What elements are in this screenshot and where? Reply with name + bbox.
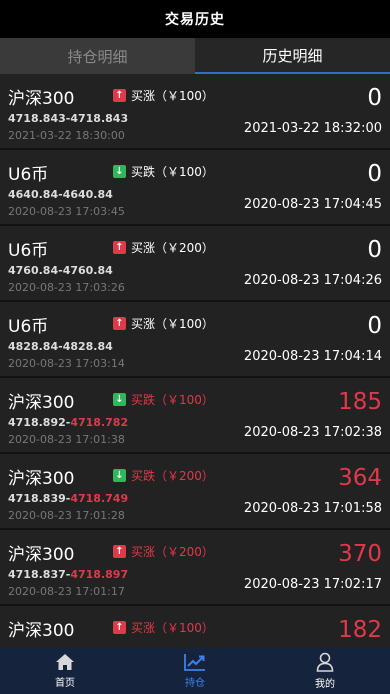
open-time: 2020-08-23 17:01:38: [8, 433, 125, 446]
close-time: 2020-08-23 17:02:17: [243, 577, 382, 592]
arrow-up-icon: ↑: [113, 545, 126, 558]
trade-history-list[interactable]: 沪深300 ↑ 买涨（￥100） 4718.843-4718.843 2021-…: [0, 74, 390, 648]
open-price: 4828.84: [8, 340, 59, 353]
direction-badge: ↑ 买涨（￥100）: [113, 87, 214, 104]
instrument-name: U6币: [8, 317, 49, 337]
direction-text: 买跌（￥100）: [131, 393, 214, 407]
close-price: 4640.84: [62, 188, 113, 201]
trade-row[interactable]: U6币 ↓ 买跌（￥100） 4640.84-4640.84 2020-08-2…: [0, 150, 390, 226]
trade-row[interactable]: U6币 ↑ 买涨（￥200） 4760.84-4760.84 2020-08-2…: [0, 226, 390, 302]
close-price: 4718.897: [70, 568, 129, 581]
direction-badge: ↑ 买涨（￥100）: [113, 619, 214, 636]
price-range: 4718.892-4718.782: [8, 416, 129, 429]
close-time: 2020-08-23 17:04:14: [243, 349, 382, 364]
direction-badge: ↑ 买涨（￥100）: [113, 315, 214, 332]
open-price: 4718.892: [8, 416, 66, 429]
nav-label: 首页: [55, 678, 75, 689]
close-time: 2020-08-23 17:02:38: [243, 425, 382, 440]
arrow-down-icon: ↓: [113, 469, 126, 482]
profit-loss: 185: [338, 389, 382, 415]
close-price: 4718.782: [70, 416, 129, 429]
profit-loss: 0: [367, 237, 382, 263]
price-range: 4640.84-4640.84: [8, 188, 113, 201]
profit-loss: 0: [367, 85, 382, 111]
trade-row[interactable]: U6币 ↑ 买涨（￥100） 4828.84-4828.84 2020-08-2…: [0, 302, 390, 378]
open-time: 2020-08-23 17:03:26: [8, 281, 125, 294]
open-price: 4718.837: [8, 568, 66, 581]
direction-badge: ↓ 买跌（￥100）: [113, 163, 214, 180]
nav-label: 我的: [315, 679, 335, 690]
close-time: 2020-08-23 17:04:45: [243, 197, 382, 212]
profit-loss: 0: [367, 161, 382, 187]
page-title: 交易历史: [165, 12, 225, 28]
tab-history[interactable]: 历史明细: [195, 38, 390, 74]
close-price: 4760.84: [62, 264, 113, 277]
direction-badge: ↑ 买涨（￥200）: [113, 239, 214, 256]
price-range: 4718.839-4718.749: [8, 492, 129, 505]
trade-row[interactable]: 沪深300 ↑ 买涨（￥100） 4718.843-4718.843 2021-…: [0, 74, 390, 150]
profit-loss: 182: [338, 617, 382, 643]
tab-bar: 持仓明细 历史明细: [0, 38, 390, 74]
open-price: 4640.84: [8, 188, 59, 201]
price-range: 4718.837-4718.897: [8, 568, 129, 581]
trade-row[interactable]: 沪深300 ↓ 买跌（￥100） 4718.892-4718.782 2020-…: [0, 378, 390, 454]
nav-home[interactable]: 首页: [0, 648, 130, 694]
arrow-down-icon: ↓: [113, 393, 126, 406]
close-time: 2020-08-23 17:04:26: [243, 273, 382, 288]
direction-text: 买涨（￥200）: [131, 241, 214, 255]
direction-text: 买涨（￥100）: [131, 317, 214, 331]
home-icon: [56, 654, 74, 670]
trade-row[interactable]: 沪深300 ↓ 买跌（￥200） 4718.839-4718.749 2020-…: [0, 454, 390, 530]
nav-mine[interactable]: 我的: [260, 648, 390, 694]
instrument-name: U6币: [8, 165, 49, 185]
direction-badge: ↑ 买涨（￥200）: [113, 543, 214, 560]
nav-label: 持仓: [185, 678, 205, 689]
trade-row[interactable]: 沪深300 ↑ 买涨（￥200） 4718.837-4718.897 2020-…: [0, 530, 390, 606]
open-time: 2021-03-22 18:30:00: [8, 129, 125, 142]
direction-text: 买跌（￥200）: [131, 469, 214, 483]
profit-loss: 0: [367, 313, 382, 339]
profit-loss: 364: [338, 465, 382, 491]
user-icon: [316, 652, 334, 672]
open-time: 2020-08-23 17:01:17: [8, 585, 125, 598]
price-range: 4718.843-4718.843: [8, 112, 129, 125]
price-range: 4828.84-4828.84: [8, 340, 113, 353]
close-price: 4718.843: [70, 112, 129, 125]
arrow-up-icon: ↑: [113, 621, 126, 634]
instrument-name: 沪深300: [8, 469, 75, 489]
open-time: 2020-08-23 17:03:14: [8, 357, 125, 370]
top-bar: 交易历史: [0, 0, 390, 38]
direction-text: 买涨（￥200）: [131, 545, 214, 559]
close-time: 2020-08-23 17:01:58: [243, 501, 382, 516]
bottom-nav: 首页 持仓 我的: [0, 648, 390, 694]
tab-positions[interactable]: 持仓明细: [0, 38, 195, 74]
direction-text: 买涨（￥100）: [131, 621, 214, 635]
nav-positions[interactable]: 持仓: [130, 648, 260, 694]
instrument-name: 沪深300: [8, 621, 75, 641]
open-time: 2020-08-23 17:03:45: [8, 205, 125, 218]
close-price: 4828.84: [62, 340, 113, 353]
direction-text: 买跌（￥100）: [131, 165, 214, 179]
arrow-down-icon: ↓: [113, 165, 126, 178]
instrument-name: U6币: [8, 241, 49, 261]
instrument-name: 沪深300: [8, 393, 75, 413]
direction-badge: ↓ 买跌（￥200）: [113, 467, 214, 484]
direction-badge: ↓ 买跌（￥100）: [113, 391, 214, 408]
price-range: 4760.84-4760.84: [8, 264, 113, 277]
arrow-up-icon: ↑: [113, 241, 126, 254]
close-price: 4718.749: [70, 492, 129, 505]
instrument-name: 沪深300: [8, 89, 75, 109]
open-time: 2020-08-23 17:01:28: [8, 509, 125, 522]
close-time: 2021-03-22 18:32:00: [243, 121, 382, 136]
trend-chart-icon: [184, 654, 205, 671]
open-price: 4760.84: [8, 264, 59, 277]
direction-text: 买涨（￥100）: [131, 89, 214, 103]
arrow-up-icon: ↑: [113, 89, 126, 102]
arrow-up-icon: ↑: [113, 317, 126, 330]
profit-loss: 370: [338, 541, 382, 567]
instrument-name: 沪深300: [8, 545, 75, 565]
trade-row[interactable]: 沪深300 ↑ 买涨（￥100） 182: [0, 606, 390, 648]
open-price: 4718.843: [8, 112, 66, 125]
open-price: 4718.839: [8, 492, 66, 505]
